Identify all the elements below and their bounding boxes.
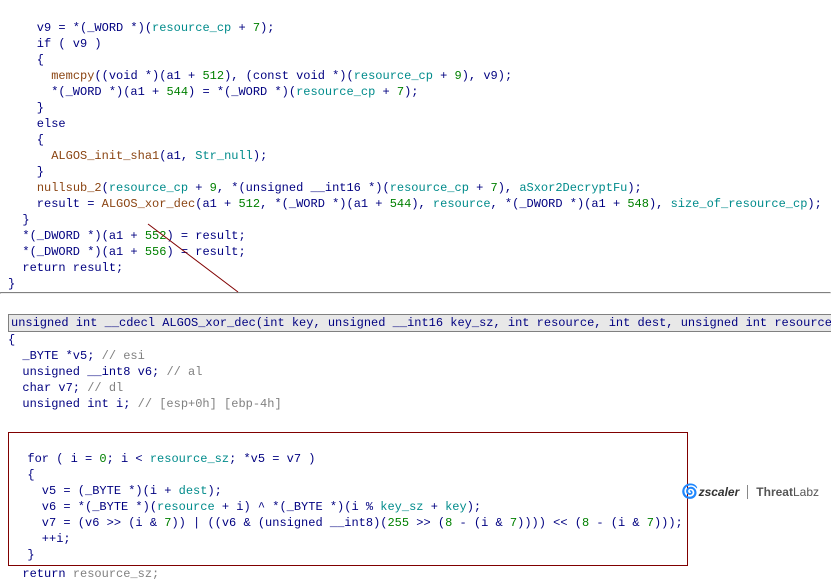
- code-line: v9 = *(_WORD *)(resource_cp + 7);: [8, 21, 274, 35]
- code-line: v6 = *(_BYTE *)(resource + i) ^ *(_BYTE …: [13, 500, 481, 514]
- code-line: ALGOS_init_sha1(a1, Str_null);: [8, 149, 267, 163]
- code-line: unsigned __int8 v6; // al: [8, 365, 202, 379]
- code-line: }: [8, 165, 44, 179]
- code-line: return resource_sz;: [8, 567, 159, 581]
- threatlabz-label: ThreatLabz: [756, 484, 819, 500]
- code-line: {: [13, 468, 35, 482]
- code-line: *(_WORD *)(a1 + 544) = *(_WORD *)(resour…: [8, 85, 419, 99]
- zscaler-logo: 🌀zscaler: [681, 483, 739, 500]
- code-line: for ( i = 0; i < resource_sz; *v5 = v7 ): [13, 452, 315, 466]
- code-line: v7 = (v6 >> (i & 7)) | ((v6 & (unsigned …: [13, 516, 683, 530]
- code-line: nullsub_2(resource_cp + 9, *(unsigned __…: [8, 181, 642, 195]
- code-line: result = ALGOS_xor_dec(a1 + 512, *(_WORD…: [8, 197, 822, 211]
- code-line: return result;: [8, 261, 123, 275]
- code-line: }: [13, 548, 35, 562]
- code-line: if ( v9 ): [8, 37, 102, 51]
- code-line: }: [8, 277, 15, 291]
- code-line: }: [8, 213, 30, 227]
- watermark: 🌀zscaler ThreatLabz: [681, 483, 819, 500]
- code-pane-bottom: unsigned int __cdecl ALGOS_xor_dec(int k…: [0, 294, 831, 582]
- code-line: *(_DWORD *)(a1 + 552) = result;: [8, 229, 246, 243]
- code-line: else: [8, 117, 66, 131]
- code-line: {: [8, 133, 44, 147]
- code-line: unsigned int i; // [esp+0h] [ebp-4h]: [8, 397, 282, 411]
- code-line: }: [8, 101, 44, 115]
- code-line: _BYTE *v5; // esi: [8, 349, 145, 363]
- code-line: memcpy((void *)(a1 + 512), (const void *…: [8, 69, 512, 83]
- brand-divider: [747, 485, 748, 499]
- code-line: {: [8, 53, 44, 67]
- blank-line: [8, 413, 15, 427]
- code-line: {: [8, 333, 15, 347]
- highlight-box: for ( i = 0; i < resource_sz; *v5 = v7 )…: [8, 432, 688, 566]
- code-pane-top: v9 = *(_WORD *)(resource_cp + 7); if ( v…: [0, 0, 831, 292]
- code-line: char v7; // dl: [8, 381, 123, 395]
- function-signature: unsigned int __cdecl ALGOS_xor_dec(int k…: [8, 314, 831, 332]
- code-line: *(_DWORD *)(a1 + 556) = result;: [8, 245, 246, 259]
- code-line: ++i;: [13, 532, 71, 546]
- code-line: v5 = (_BYTE *)(i + dest);: [13, 484, 222, 498]
